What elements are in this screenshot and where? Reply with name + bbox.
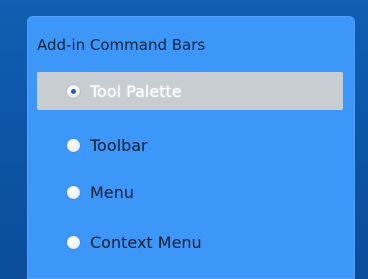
option-context-menu[interactable]: Context Menu (37, 223, 343, 261)
radio-icon[interactable] (67, 138, 80, 152)
option-tool-palette[interactable]: Tool Palette (37, 72, 343, 110)
option-label: Toolbar (90, 135, 148, 155)
radio-icon[interactable] (67, 235, 80, 249)
option-menu[interactable]: Menu (37, 173, 343, 211)
option-label: Tool Palette (90, 81, 182, 101)
option-toolbar[interactable]: Toolbar (37, 126, 343, 164)
command-bars-panel: Add-in Command Bars Tool Palette Toolbar… (27, 16, 355, 279)
panel-title: Add-in Command Bars (37, 36, 206, 54)
option-label: Context Menu (90, 232, 202, 252)
option-label: Menu (90, 182, 134, 202)
radio-selected-icon[interactable] (67, 84, 80, 98)
radio-icon[interactable] (67, 185, 80, 199)
